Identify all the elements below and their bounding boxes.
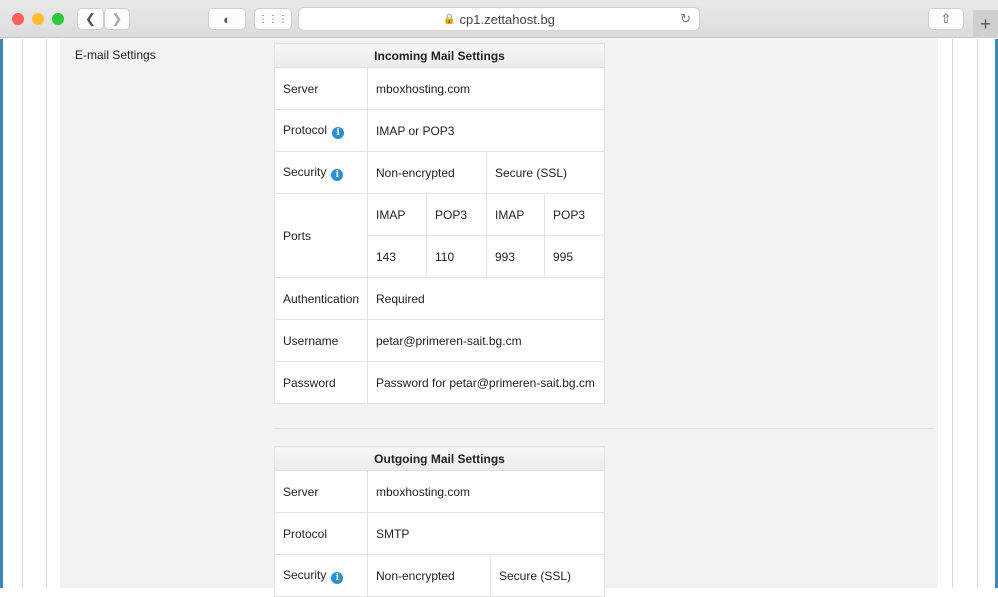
- port-value: 143: [367, 235, 427, 278]
- server-value: mboxhosting.com: [366, 470, 606, 513]
- table-row: Security i Non-encrypted Secure (SSL): [274, 151, 606, 194]
- server-value: mboxhosting.com: [366, 67, 606, 110]
- divider: [977, 39, 978, 588]
- row-label: Protocol: [274, 512, 368, 555]
- row-label: Server: [274, 67, 368, 110]
- forward-button[interactable]: ❯: [104, 8, 130, 30]
- security-ssl: Secure (SSL): [489, 554, 606, 597]
- table-title: Incoming Mail Settings: [273, 43, 606, 68]
- share-icon: ⇧: [940, 11, 952, 26]
- left-border: [0, 39, 3, 588]
- close-window-button[interactable]: [12, 13, 24, 25]
- security-label: Security: [283, 164, 327, 179]
- table-row: Server mboxhosting.com: [274, 470, 606, 513]
- table-row: Security i Non-encrypted Secure (SSL): [274, 554, 606, 597]
- row-label: Security i: [274, 554, 368, 597]
- port-value: 995: [543, 235, 606, 278]
- outgoing-mail-table: Outgoing Mail Settings Server mboxhosting…: [273, 446, 606, 597]
- security-plain: Non-encrypted: [367, 151, 487, 194]
- divider: [952, 39, 953, 588]
- shield-icon: ◐: [223, 11, 231, 27]
- address-bar[interactable]: 🔒 cp1.zettahost.bg ↻: [298, 7, 700, 31]
- port-header: POP3: [426, 193, 487, 236]
- new-tab-button[interactable]: +: [973, 10, 998, 38]
- browser-toolbar: ❮ ❯ ◐ ⋮⋮⋮ 🔒 cp1.zettahost.bg ↻ ⇧ +: [0, 0, 998, 38]
- security-label: Security: [283, 567, 327, 582]
- info-icon[interactable]: i: [331, 168, 344, 181]
- table-row: Protocol i IMAP or POP3: [274, 109, 606, 152]
- port-header: IMAP: [367, 193, 427, 236]
- divider: [274, 428, 934, 429]
- table-row: Password Password for petar@primeren-sait…: [274, 361, 606, 404]
- table-title: Outgoing Mail Settings: [273, 446, 606, 471]
- port-header: IMAP: [486, 193, 545, 236]
- privacy-report-button[interactable]: ◐: [208, 8, 246, 30]
- tab-overview-button[interactable]: ⋮⋮⋮: [254, 8, 292, 30]
- incoming-mail-table: Incoming Mail Settings Server mboxhosting…: [273, 43, 606, 404]
- username-value: petar@primeren-sait.bg.cm: [366, 319, 606, 362]
- table-row: Ports IMAP POP3 IMAP POP3: [274, 193, 606, 278]
- protocol-label: Protocol: [283, 122, 328, 137]
- table-row: Authentication Required: [274, 277, 606, 320]
- minimize-window-button[interactable]: [32, 13, 44, 25]
- protocol-value: IMAP or POP3: [366, 109, 606, 152]
- security-plain: Non-encrypted: [367, 554, 491, 597]
- zoom-window-button[interactable]: [52, 13, 64, 25]
- row-label: Protocol i: [274, 109, 368, 152]
- chevron-right-icon: ❯: [111, 11, 123, 26]
- row-label: Password: [274, 361, 368, 404]
- protocol-value: SMTP: [366, 512, 606, 555]
- row-label: Server: [274, 470, 368, 513]
- security-ssl: Secure (SSL): [485, 151, 606, 194]
- info-icon[interactable]: i: [331, 571, 344, 584]
- share-button[interactable]: ⇧: [928, 8, 964, 30]
- divider: [22, 39, 23, 588]
- section-label: E-mail Settings: [75, 48, 156, 62]
- grid-icon: ⋮⋮⋮: [258, 13, 288, 25]
- port-value: 110: [426, 235, 487, 278]
- table-row: Server mboxhosting.com: [274, 67, 606, 110]
- url-text: cp1.zettahost.bg: [459, 11, 555, 27]
- table-row: Username petar@primeren-sait.bg.cm: [274, 319, 606, 362]
- lock-icon: 🔒: [443, 13, 456, 25]
- reload-icon[interactable]: ↻: [680, 11, 691, 27]
- back-button[interactable]: ❮: [77, 8, 104, 30]
- auth-value: Required: [366, 277, 606, 320]
- table-row: Protocol SMTP: [274, 512, 606, 555]
- info-icon[interactable]: i: [332, 126, 345, 139]
- divider: [46, 39, 47, 588]
- password-value: Password for petar@primeren-sait.bg.cm: [366, 361, 606, 404]
- port-header: POP3: [543, 193, 606, 236]
- row-label: Authentication: [274, 277, 368, 320]
- port-value: 993: [486, 235, 545, 278]
- chevron-left-icon: ❮: [85, 11, 96, 26]
- page-content: E-mail Settings Incoming Mail Settings S…: [0, 39, 998, 597]
- row-label: Security i: [274, 151, 368, 194]
- row-label: Username: [274, 319, 368, 362]
- row-label: Ports: [274, 193, 368, 278]
